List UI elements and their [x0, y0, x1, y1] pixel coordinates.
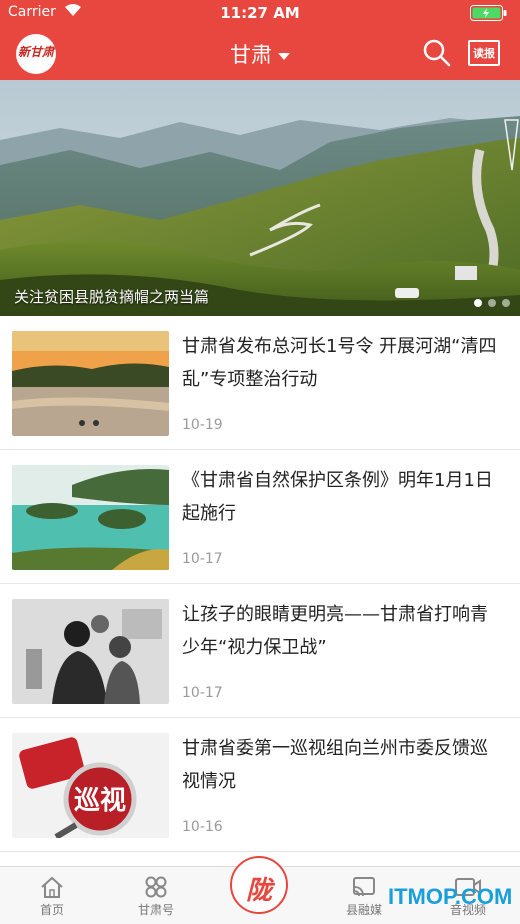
banner-carousel[interactable]: 关注贫困县脱贫摘帽之两当篇 — [0, 80, 520, 316]
search-icon — [423, 39, 451, 67]
carousel-dot[interactable] — [474, 299, 482, 307]
carousel-indicator — [468, 292, 510, 311]
watermark: ITMOP.COM — [388, 884, 513, 909]
news-list: 甘肃省发布总河长1号令 开展河湖“清四乱”专项整治行动 10-19 《甘肃省自然… — [0, 316, 520, 852]
news-item[interactable]: 甘肃省发布总河长1号令 开展河湖“清四乱”专项整治行动 10-19 — [0, 316, 520, 450]
city-label: 甘肃 — [230, 43, 272, 67]
tab-gansu-hao-label: 甘肃号 — [137, 903, 174, 917]
read-paper-button[interactable]: 读报 — [468, 36, 500, 70]
news-thumbnail — [12, 465, 169, 570]
news-item[interactable]: 让孩子的眼睛更明亮——甘肃省打响青少年“视力保卫战” 10-17 — [0, 584, 520, 718]
svg-text:巡视: 巡视 — [74, 786, 126, 816]
home-icon — [41, 876, 63, 898]
news-date: 10-19 — [182, 417, 223, 433]
app-header: Carrier 11:27 AM 新甘肃 甘肃 读报 — [0, 0, 520, 80]
news-item[interactable]: 巡视 甘肃省委第一巡视组向兰州市委反馈巡视情况 10-16 — [0, 718, 520, 852]
cast-icon — [353, 877, 375, 897]
tab-home-label: 首页 — [39, 903, 64, 917]
read-paper-label: 读报 — [473, 47, 495, 60]
search-button[interactable] — [422, 38, 452, 68]
news-date: 10-16 — [182, 819, 223, 835]
news-item[interactable]: 《甘肃省自然保护区条例》明年1月1日起施行 10-17 — [0, 450, 520, 584]
carousel-dot[interactable] — [488, 299, 496, 307]
center-feature-button[interactable]: 陇 — [230, 856, 288, 914]
grid-icon — [145, 876, 167, 898]
caret-down-icon — [278, 52, 290, 60]
news-thumbnail: 巡视 — [12, 733, 169, 838]
banner-image — [0, 80, 520, 316]
center-logo-text: 陇 — [245, 876, 272, 906]
news-title: 《甘肃省自然保护区条例》明年1月1日起施行 — [182, 470, 493, 524]
news-thumbnail — [12, 599, 169, 704]
banner-caption: 关注贫困县脱贫摘帽之两当篇 — [14, 288, 210, 306]
status-bar: Carrier 11:27 AM — [0, 0, 520, 26]
news-title: 甘肃省委第一巡视组向兰州市委反馈巡视情况 — [182, 738, 488, 792]
carousel-dot[interactable] — [502, 299, 510, 307]
nav-bar: 新甘肃 甘肃 读报 — [0, 28, 520, 80]
news-title: 甘肃省发布总河长1号令 开展河湖“清四乱”专项整治行动 — [182, 336, 497, 390]
news-thumbnail — [12, 331, 169, 436]
tab-home[interactable]: 首页 — [0, 871, 104, 924]
tab-gansu-hao[interactable]: 甘肃号 — [104, 871, 208, 924]
status-time: 11:27 AM — [220, 4, 300, 22]
news-title: 让孩子的眼睛更明亮——甘肃省打响青少年“视力保卫战” — [182, 604, 488, 658]
news-date: 10-17 — [182, 551, 223, 567]
battery-icon — [470, 5, 508, 21]
news-date: 10-17 — [182, 685, 223, 701]
